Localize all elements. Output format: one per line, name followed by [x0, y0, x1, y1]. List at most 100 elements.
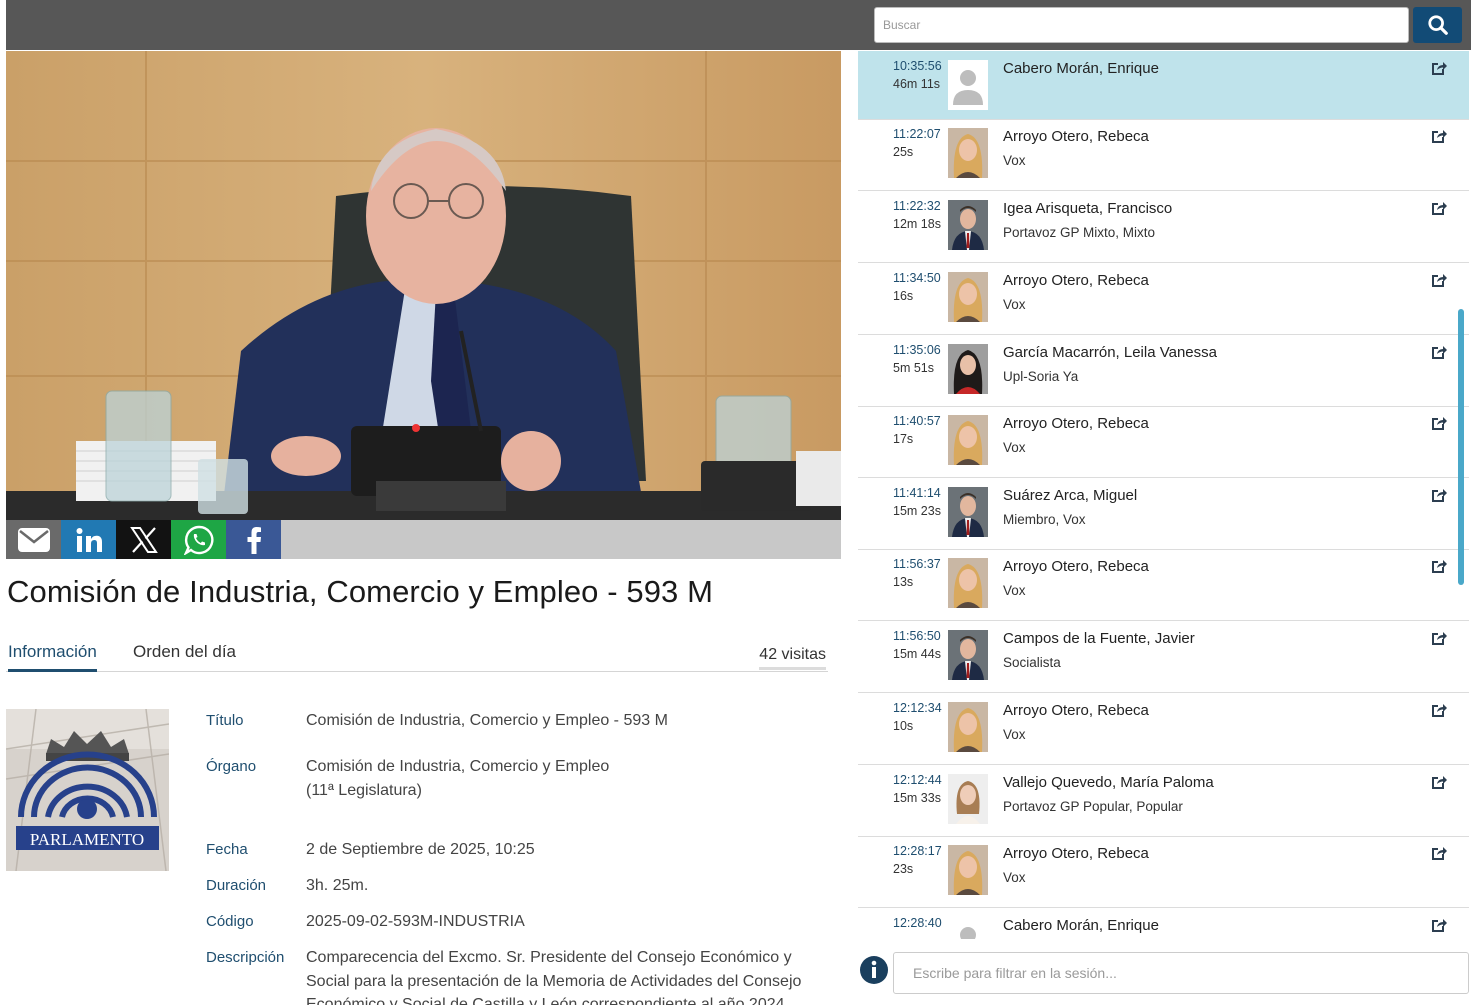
- codigo-label: Código: [206, 913, 254, 930]
- share-intervention-button[interactable]: [1431, 774, 1447, 790]
- share-icon: [1432, 632, 1447, 645]
- intervention-row[interactable]: 11:41:14 15m 23s Suárez Arca, Miguel Miembr…: [858, 478, 1469, 550]
- linkedin-icon: [76, 527, 102, 552]
- intervention-time[interactable]: 12:28:40: [893, 916, 942, 930]
- intervention-time[interactable]: 11:56:50: [893, 629, 941, 643]
- intervention-row[interactable]: 11:22:07 25s Arroyo Otero, Rebeca Vox: [858, 119, 1469, 191]
- share-intervention-button[interactable]: [1431, 702, 1447, 718]
- interventions-list: 10:35:56 46m 11s Cabero Morán, Enrique 11:2…: [858, 51, 1469, 939]
- intervention-row[interactable]: 12:28:17 23s Arroyo Otero, Rebeca Vox: [858, 836, 1469, 908]
- share-intervention-button[interactable]: [1431, 272, 1447, 288]
- intervention-duration: 23s: [893, 862, 914, 876]
- intervention-row[interactable]: 11:40:57 17s Arroyo Otero, Rebeca Vox: [858, 406, 1469, 478]
- intervention-duration: 46m 11s: [893, 77, 941, 91]
- intervention-duration: 15m 33s: [893, 791, 941, 805]
- speaker-photo: [948, 60, 988, 110]
- speaker-photo: [948, 344, 988, 394]
- speaker-photo: [948, 558, 988, 608]
- intervention-time[interactable]: 11:40:57: [893, 414, 941, 428]
- intervention-row[interactable]: 11:34:50 16s Arroyo Otero, Rebeca Vox: [858, 263, 1469, 335]
- share-intervention-button[interactable]: [1431, 630, 1447, 646]
- share-facebook-button[interactable]: [226, 520, 281, 559]
- speaker-photo: [948, 487, 988, 537]
- fecha-value: 2 de Septiembre de 2025, 10:25: [306, 841, 535, 858]
- speaker-photo: [948, 128, 988, 178]
- speaker-name: Arroyo Otero, Rebeca: [1003, 128, 1149, 145]
- organo-label: Órgano: [206, 758, 257, 775]
- share-icon: [1432, 704, 1447, 717]
- speaker-photo: [948, 415, 988, 465]
- intervention-row[interactable]: 10:35:56 46m 11s Cabero Morán, Enrique: [858, 51, 1469, 120]
- intervention-row[interactable]: 11:35:06 5m 51s García Macarrón, Leila Van…: [858, 335, 1469, 407]
- intervention-duration: 25s: [893, 145, 914, 159]
- speaker-photo: [948, 200, 988, 250]
- speaker-name: Igea Arisqueta, Francisco: [1003, 200, 1173, 217]
- intervention-row[interactable]: 12:28:40 Cabero Morán, Enrique: [858, 908, 1469, 939]
- share-intervention-button[interactable]: [1431, 845, 1447, 861]
- tab-informacion[interactable]: Información: [8, 642, 97, 672]
- intervention-duration: 15m 23s: [893, 504, 941, 518]
- intervention-time[interactable]: 11:22:07: [893, 127, 941, 141]
- filter-input[interactable]: [893, 952, 1469, 994]
- share-intervention-button[interactable]: [1431, 415, 1447, 431]
- intervention-time[interactable]: 11:22:32: [893, 199, 941, 213]
- search-input[interactable]: [874, 7, 1409, 43]
- intervention-duration: 17s: [893, 432, 914, 446]
- intervention-row[interactable]: 12:12:34 10s Arroyo Otero, Rebeca Vox: [858, 693, 1469, 765]
- info-icon[interactable]: [859, 955, 889, 985]
- intervention-time[interactable]: 12:12:34: [893, 701, 942, 715]
- whatsapp-icon: [183, 525, 213, 555]
- intervention-time[interactable]: 10:35:56: [893, 59, 942, 73]
- descripcion-value: Comparecencia del Excmo. Sr. Presidente …: [306, 949, 802, 1005]
- speaker-role: Upl-Soria Ya: [1003, 369, 1079, 384]
- share-icon: [1432, 417, 1447, 430]
- parlamento-logo: PARLAMENTO: [6, 709, 169, 871]
- speaker-name: Campos de la Fuente, Javier: [1003, 630, 1195, 647]
- logo-text: PARLAMENTO: [30, 830, 144, 849]
- organo-legislatura: (11ª Legislatura): [306, 782, 422, 799]
- intervention-row[interactable]: 11:56:50 15m 44s Campos de la Fuente, Javi…: [858, 621, 1469, 693]
- video-player[interactable]: [6, 51, 841, 520]
- speaker-role: Vox: [1003, 153, 1026, 168]
- search-button[interactable]: [1413, 7, 1462, 43]
- share-bar: [6, 520, 841, 559]
- share-linkedin-button[interactable]: [61, 520, 116, 559]
- speaker-name: Arroyo Otero, Rebeca: [1003, 415, 1149, 432]
- share-intervention-button[interactable]: [1431, 917, 1447, 933]
- share-x-button[interactable]: [116, 520, 171, 559]
- share-intervention-button[interactable]: [1431, 487, 1447, 503]
- scrollbar[interactable]: [1458, 309, 1464, 585]
- intervention-time[interactable]: 11:34:50: [893, 271, 941, 285]
- intervention-time[interactable]: 12:12:44: [893, 773, 942, 787]
- speaker-photo: [948, 845, 988, 895]
- share-intervention-button[interactable]: [1431, 60, 1447, 76]
- session-title: Comisión de Industria, Comercio y Empleo…: [7, 574, 714, 609]
- intervention-row[interactable]: 12:12:44 15m 33s Vallejo Quevedo, María Pa…: [858, 765, 1469, 837]
- share-whatsapp-button[interactable]: [171, 520, 226, 559]
- fecha-label: Fecha: [206, 841, 248, 858]
- share-intervention-button[interactable]: [1431, 558, 1447, 574]
- intervention-time[interactable]: 11:41:14: [893, 486, 941, 500]
- speaker-name: García Macarrón, Leila Vanessa: [1003, 344, 1217, 361]
- speaker-photo: [948, 774, 988, 824]
- codigo-value: 2025-09-02-593M-INDUSTRIA: [306, 913, 525, 930]
- duracion-label: Duración: [206, 877, 267, 894]
- share-intervention-button[interactable]: [1431, 344, 1447, 360]
- intervention-row[interactable]: 11:22:32 12m 18s Igea Arisqueta, Francisco…: [858, 191, 1469, 263]
- share-intervention-button[interactable]: [1431, 128, 1447, 144]
- tab-orden-del-dia[interactable]: Orden del día: [133, 642, 236, 669]
- intervention-time[interactable]: 11:35:06: [893, 343, 941, 357]
- intervention-time[interactable]: 12:28:17: [893, 844, 942, 858]
- speaker-role: Vox: [1003, 727, 1026, 742]
- email-icon: [17, 527, 50, 552]
- speaker-name: Suárez Arca, Miguel: [1003, 487, 1138, 504]
- intervention-duration: 10s: [893, 719, 914, 733]
- speaker-role: Vox: [1003, 440, 1026, 455]
- share-icon: [1432, 489, 1447, 502]
- share-email-button[interactable]: [6, 520, 61, 559]
- share-intervention-button[interactable]: [1431, 200, 1447, 216]
- intervention-row[interactable]: 11:56:37 13s Arroyo Otero, Rebeca Vox: [858, 549, 1469, 621]
- descripcion-label: Descripción: [206, 949, 285, 966]
- intervention-time[interactable]: 11:56:37: [893, 557, 941, 571]
- tabs-bar: Información Orden del día 42 visitas: [6, 638, 828, 672]
